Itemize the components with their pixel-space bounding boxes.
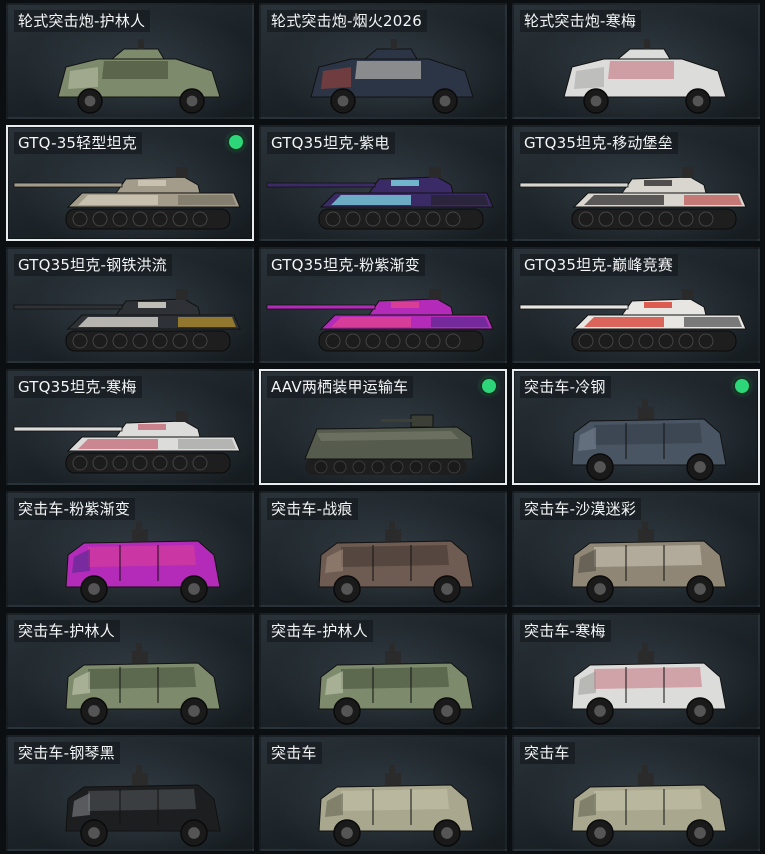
light-tank-image <box>8 149 252 239</box>
vehicle-card[interactable]: 突击车-护林人 <box>259 613 507 729</box>
vehicle-card[interactable]: 轮式突击炮-护林人 <box>6 3 254 119</box>
vehicle-card-label: 突击车-粉紫渐变 <box>14 498 136 520</box>
vehicle-card[interactable]: 突击车-钢琴黑 <box>6 735 254 851</box>
vehicle-card-label: GTQ35坦克-移动堡垒 <box>520 132 678 154</box>
vehicle-card[interactable]: GTQ35坦克-钢铁洪流 <box>6 247 254 363</box>
assault-vehicle-image <box>8 759 252 849</box>
vehicle-card-label: GTQ35坦克-粉紫渐变 <box>267 254 425 276</box>
owned-indicator-icon <box>735 379 749 393</box>
vehicle-card[interactable]: 突击车-战痕 <box>259 491 507 607</box>
assault-vehicle-image <box>514 393 758 483</box>
vehicle-card[interactable]: AAV两栖装甲运输车 <box>259 369 507 485</box>
vehicle-card-label: AAV两栖装甲运输车 <box>267 376 414 398</box>
light-tank-image <box>8 271 252 361</box>
light-tank-image <box>261 149 505 239</box>
vehicle-card-label: 突击车-护林人 <box>14 620 120 642</box>
wheeled-assault-gun-image <box>8 27 252 117</box>
light-tank-image <box>514 271 758 361</box>
assault-vehicle-image <box>8 637 252 727</box>
vehicle-card[interactable]: GTQ35坦克-移动堡垒 <box>512 125 760 241</box>
assault-vehicle-image <box>514 759 758 849</box>
vehicle-card[interactable]: 突击车-护林人 <box>6 613 254 729</box>
vehicle-card[interactable]: 突击车-寒梅 <box>512 613 760 729</box>
vehicle-card-label: 轮式突击炮-寒梅 <box>520 10 642 32</box>
vehicle-card-label: 突击车-战痕 <box>267 498 358 520</box>
owned-indicator-icon <box>482 379 496 393</box>
vehicle-card[interactable]: 突击车-冷钢 <box>512 369 760 485</box>
vehicle-card-label: 轮式突击炮-烟火2026 <box>267 10 427 32</box>
light-tank-image <box>8 393 252 483</box>
vehicle-card[interactable]: GTQ35坦克-紫电 <box>259 125 507 241</box>
vehicle-card-label: GTQ35坦克-巅峰竞赛 <box>520 254 678 276</box>
vehicle-card[interactable]: 突击车 <box>259 735 507 851</box>
vehicle-card[interactable]: 突击车-沙漠迷彩 <box>512 491 760 607</box>
vehicle-card-label: 突击车-护林人 <box>267 620 373 642</box>
vehicle-card-label: GTQ-35轻型坦克 <box>14 132 142 154</box>
vehicle-card-label: GTQ35坦克-紫电 <box>267 132 395 154</box>
wheeled-assault-gun-image <box>261 27 505 117</box>
vehicle-card[interactable]: 突击车-粉紫渐变 <box>6 491 254 607</box>
vehicle-card[interactable]: GTQ35坦克-寒梅 <box>6 369 254 485</box>
vehicle-card-label: 突击车 <box>520 742 575 764</box>
light-tank-image <box>514 149 758 239</box>
assault-vehicle-image <box>261 637 505 727</box>
vehicle-card[interactable]: GTQ35坦克-粉紫渐变 <box>259 247 507 363</box>
wheeled-assault-gun-image <box>514 27 758 117</box>
vehicle-card[interactable]: 轮式突击炮-寒梅 <box>512 3 760 119</box>
vehicle-card[interactable]: GTQ35坦克-巅峰竞赛 <box>512 247 760 363</box>
vehicle-card-label: GTQ35坦克-寒梅 <box>14 376 142 398</box>
vehicle-card-label: 突击车-寒梅 <box>520 620 611 642</box>
vehicle-card-label: 突击车-钢琴黑 <box>14 742 120 764</box>
vehicle-skin-grid: 轮式突击炮-护林人 轮式突击炮-烟火2026 轮式突击炮-寒梅 GTQ-35轻型… <box>6 3 760 851</box>
assault-vehicle-image <box>514 637 758 727</box>
assault-vehicle-image <box>261 759 505 849</box>
vehicle-card-label: 突击车-冷钢 <box>520 376 611 398</box>
vehicle-card-label: GTQ35坦克-钢铁洪流 <box>14 254 172 276</box>
vehicle-card[interactable]: 轮式突击炮-烟火2026 <box>259 3 507 119</box>
assault-vehicle-image <box>8 515 252 605</box>
vehicle-card[interactable]: GTQ-35轻型坦克 <box>6 125 254 241</box>
light-tank-image <box>261 271 505 361</box>
assault-vehicle-image <box>261 515 505 605</box>
vehicle-card-label: 突击车 <box>267 742 322 764</box>
owned-indicator-icon <box>229 135 243 149</box>
assault-vehicle-image <box>514 515 758 605</box>
amphibious-apc-image <box>261 393 505 483</box>
vehicle-card-label: 轮式突击炮-护林人 <box>14 10 151 32</box>
vehicle-card-label: 突击车-沙漠迷彩 <box>520 498 642 520</box>
vehicle-card[interactable]: 突击车 <box>512 735 760 851</box>
